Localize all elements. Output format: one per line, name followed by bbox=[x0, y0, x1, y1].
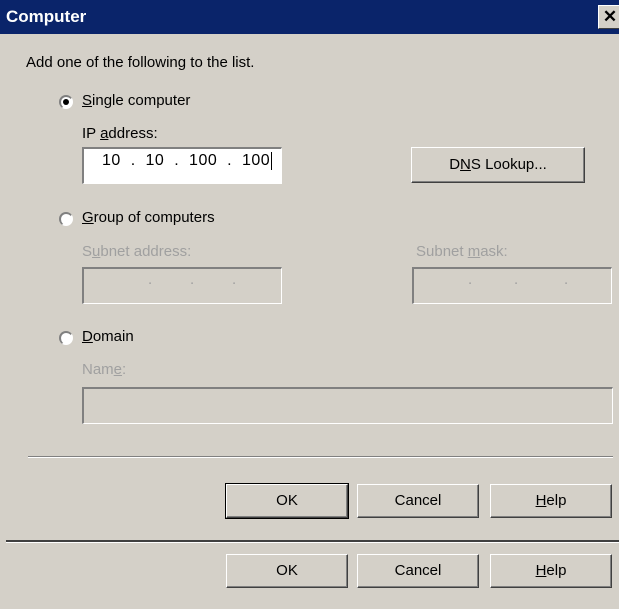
help-mnemonic: H bbox=[535, 492, 547, 509]
group-of-computers-label[interactable]: Group of computers bbox=[82, 209, 215, 226]
domain-label[interactable]: Domain bbox=[82, 328, 134, 345]
subnet-mask-input[interactable]: . . . bbox=[412, 267, 612, 304]
ip-address-text: 10 . 10 . 100 . 100 bbox=[102, 152, 271, 170]
subnet-mask-rest: ask: bbox=[480, 243, 508, 260]
ip-dot: . bbox=[564, 271, 569, 288]
instruction-text: Add one of the following to the list. bbox=[26, 54, 255, 71]
dns-button-prefix: D bbox=[449, 156, 461, 173]
single-computer-mnemonic: S bbox=[82, 92, 93, 109]
subnet-address-prefix: S bbox=[82, 243, 93, 260]
single-computer-radio[interactable] bbox=[59, 95, 73, 109]
outer-help-mnemonic: H bbox=[535, 562, 547, 579]
ip-dot: . bbox=[190, 271, 195, 288]
outer-separator bbox=[6, 540, 619, 543]
help-button[interactable]: Help bbox=[490, 484, 612, 518]
help-rest: elp bbox=[546, 492, 567, 509]
ip-label-rest: ddress: bbox=[108, 125, 158, 142]
outer-cancel-button[interactable]: Cancel bbox=[357, 554, 479, 588]
ip-dot: . bbox=[148, 271, 153, 288]
dns-lookup-button[interactable]: DNS Lookup... bbox=[411, 147, 585, 183]
text-caret bbox=[271, 152, 273, 170]
outer-help-button[interactable]: Help bbox=[490, 554, 612, 588]
ip-address-label: IP address: bbox=[82, 125, 158, 142]
subnet-address-rest: bnet address: bbox=[100, 243, 192, 260]
group-label-text: roup of computers bbox=[93, 209, 215, 226]
separator bbox=[28, 456, 613, 458]
ip-dot: . bbox=[232, 271, 237, 288]
domain-label-text: omain bbox=[92, 328, 134, 345]
group-of-computers-radio[interactable] bbox=[59, 212, 73, 226]
group-mnemonic: G bbox=[82, 209, 94, 226]
radio-selected-dot bbox=[63, 99, 69, 105]
ip-label-prefix: IP bbox=[82, 125, 101, 142]
close-icon: ✕ bbox=[602, 7, 618, 26]
subnet-address-label: Subnet address: bbox=[82, 243, 191, 260]
dns-button-mnemonic: N bbox=[460, 156, 471, 173]
domain-radio[interactable] bbox=[59, 331, 73, 345]
ok-button[interactable]: OK bbox=[225, 483, 349, 519]
name-label: Name: bbox=[82, 361, 126, 378]
subnet-mask-prefix: Subnet bbox=[416, 243, 468, 260]
domain-name-input[interactable] bbox=[82, 387, 613, 424]
subnet-mask-mnemonic: m bbox=[467, 243, 481, 260]
dns-button-rest: S Lookup... bbox=[470, 156, 547, 173]
single-computer-label-text: ingle computer bbox=[92, 92, 191, 109]
outer-help-rest: elp bbox=[546, 562, 567, 579]
window-title: Computer bbox=[6, 7, 87, 26]
close-button[interactable]: ✕ bbox=[598, 5, 619, 29]
subnet-mask-label: Subnet mask: bbox=[416, 243, 508, 260]
ip-address-value: 10 . 10 . 100 . 100 bbox=[102, 152, 273, 170]
ip-dot: . bbox=[514, 271, 519, 288]
title-bar: Computer bbox=[0, 0, 619, 34]
cancel-button[interactable]: Cancel bbox=[357, 484, 479, 518]
name-label-prefix: Nam bbox=[82, 361, 114, 378]
ip-dot: . bbox=[468, 271, 473, 288]
subnet-address-input[interactable]: . . . bbox=[82, 267, 282, 304]
domain-mnemonic: D bbox=[82, 328, 93, 345]
single-computer-label[interactable]: Single computer bbox=[82, 92, 190, 109]
outer-ok-button[interactable]: OK bbox=[226, 554, 348, 588]
name-label-rest: : bbox=[122, 361, 127, 378]
ip-address-input[interactable]: 10 . 10 . 100 . 100 bbox=[82, 147, 282, 184]
name-label-mnemonic: e bbox=[113, 361, 123, 378]
